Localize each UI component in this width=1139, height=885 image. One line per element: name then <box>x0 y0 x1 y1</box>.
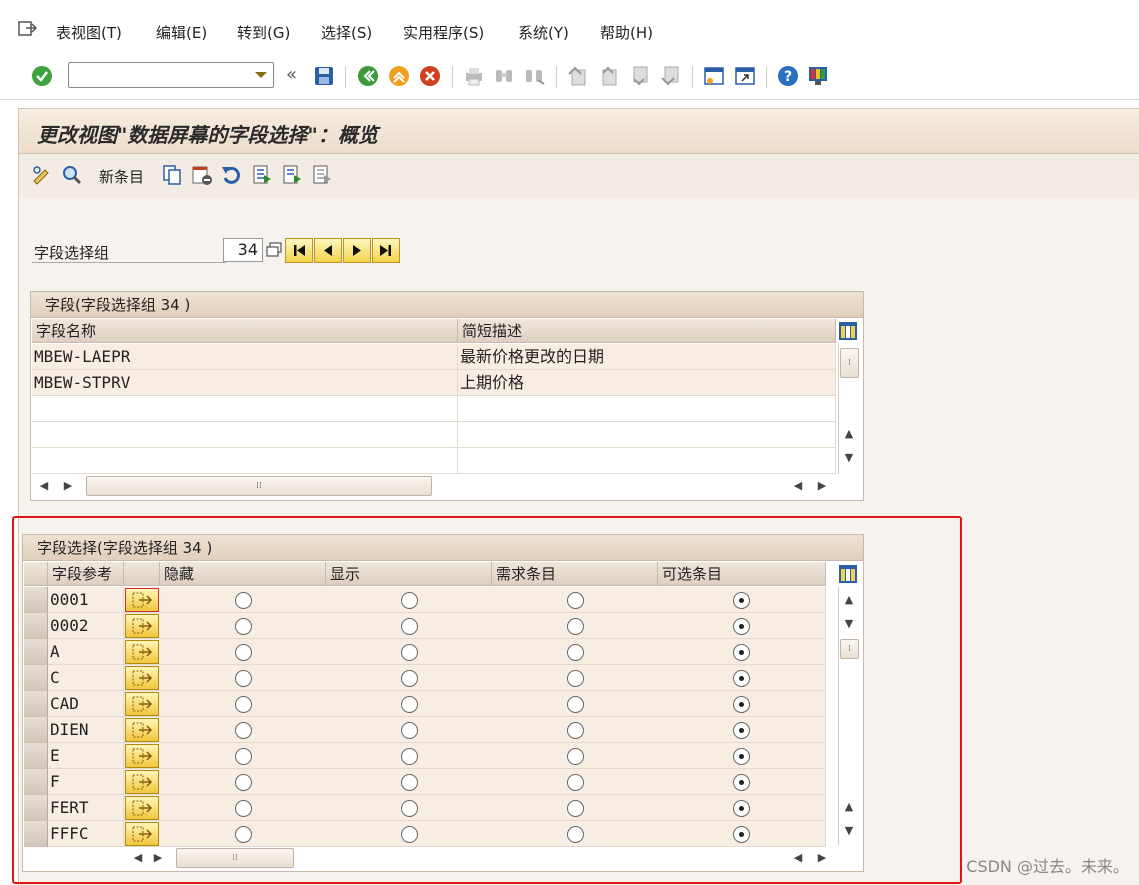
chevron-down-icon[interactable] <box>255 72 267 78</box>
shortcut-icon[interactable] <box>733 64 757 88</box>
display-change-icon[interactable] <box>31 164 53 186</box>
scroll-thumb[interactable]: ⁞⁞ <box>86 476 432 496</box>
fields-table-caption: 字段(字段选择组 34 ) <box>31 292 863 318</box>
application-toolbar: 新条目 <box>18 154 1139 198</box>
column-config-icon[interactable] <box>838 321 858 341</box>
column-header-field-name[interactable]: 字段名称 <box>32 319 458 343</box>
table-cell-description[interactable]: 上期价格 <box>458 370 836 396</box>
toolbar-separator <box>766 66 767 88</box>
previous-page-icon <box>602 66 617 86</box>
next-icon <box>353 245 361 256</box>
page-title: 更改视图"数据屏幕的字段选择"：概览 <box>37 123 378 147</box>
customize-layout-icon[interactable] <box>806 64 830 88</box>
save-icon[interactable] <box>312 64 336 88</box>
exit-icon[interactable] <box>387 64 411 88</box>
last-icon <box>380 245 391 256</box>
column-header-short-description[interactable]: 简短描述 <box>458 319 836 343</box>
copy-window-icon[interactable] <box>264 240 284 260</box>
menu-system[interactable]: 系统(Y) <box>518 22 569 43</box>
field-underline <box>32 262 226 263</box>
highlight-box <box>12 516 962 884</box>
scroll-right-icon[interactable]: ▶ <box>812 476 832 496</box>
toolbar-separator <box>452 66 453 88</box>
field-selection-group-input[interactable]: 34 <box>223 238 263 262</box>
copy-as-icon[interactable] <box>161 164 183 186</box>
first-entry-button[interactable] <box>285 238 313 263</box>
menu-table-view[interactable]: 表视图(T) <box>56 22 122 43</box>
fields-vertical-scrollbar[interactable]: ⁞ ▲ ▼ <box>838 344 860 474</box>
table-cell-empty[interactable] <box>458 422 836 448</box>
table-cell-field-name[interactable]: MBEW-LAEPR <box>32 344 458 370</box>
deselect-all-icon[interactable] <box>311 164 333 186</box>
double-chevron-left-icon[interactable]: « <box>286 64 297 85</box>
standard-toolbar: « ? <box>0 58 1139 100</box>
fields-horizontal-scrollbar[interactable]: ◀ ▶ ⁞⁞ ◀ ▶ <box>32 476 860 496</box>
back-icon[interactable] <box>356 64 380 88</box>
field-selection-group-label: 字段选择组 <box>34 244 110 262</box>
delete-icon[interactable] <box>191 164 213 186</box>
table-cell-empty[interactable] <box>32 448 458 474</box>
display-icon[interactable] <box>61 164 83 186</box>
last-page-icon <box>661 66 679 86</box>
first-page-icon <box>568 66 586 86</box>
next-page-icon <box>633 66 648 86</box>
last-entry-button[interactable] <box>372 238 400 263</box>
toolbar-separator <box>692 66 693 88</box>
scroll-down-icon[interactable]: ▼ <box>839 448 859 468</box>
menu-help[interactable]: 帮助(H) <box>600 22 653 43</box>
svg-text:?: ? <box>784 69 792 85</box>
scroll-right-icon[interactable]: ▶ <box>58 476 78 496</box>
cancel-icon[interactable] <box>418 64 442 88</box>
menu-selection[interactable]: 选择(S) <box>321 22 372 43</box>
menu-goto[interactable]: 转到(G) <box>237 22 290 43</box>
table-cell-field-name[interactable]: MBEW-STPRV <box>32 370 458 396</box>
table-cell-empty[interactable] <box>32 396 458 422</box>
watermark: CSDN @过去。未来。 <box>966 857 1129 876</box>
find-next-icon <box>526 70 545 85</box>
scroll-up-icon[interactable]: ▲ <box>839 424 859 444</box>
find-icon <box>496 70 512 82</box>
new-session-icon[interactable] <box>702 64 726 88</box>
scroll-left-icon[interactable]: ◀ <box>34 476 54 496</box>
menu-utilities[interactable]: 实用程序(S) <box>403 22 484 43</box>
next-entry-button[interactable] <box>343 238 371 263</box>
help-icon[interactable]: ? <box>776 64 800 88</box>
command-field[interactable] <box>68 62 274 88</box>
table-cell-empty[interactable] <box>458 396 836 422</box>
screen-title-bar: 更改视图"数据屏幕的字段选择"：概览 <box>18 108 1139 154</box>
print-icon <box>466 68 482 86</box>
table-cell-empty[interactable] <box>458 448 836 474</box>
select-block-icon[interactable] <box>281 164 303 186</box>
scroll-thumb[interactable]: ⁞ <box>840 348 859 378</box>
undo-icon[interactable] <box>221 164 243 186</box>
previous-entry-button[interactable] <box>314 238 342 263</box>
menu-exit-icon[interactable] <box>18 20 38 38</box>
menu-bar: 表视图(T) 编辑(E) 转到(G) 选择(S) 实用程序(S) 系统(Y) 帮… <box>0 0 1139 58</box>
new-entries-button[interactable]: 新条目 <box>99 166 144 187</box>
enter-check-icon[interactable] <box>30 64 54 88</box>
table-cell-empty[interactable] <box>32 422 458 448</box>
previous-icon <box>324 245 332 256</box>
table-cell-description[interactable]: 最新价格更改的日期 <box>458 344 836 370</box>
toolbar-separator <box>345 66 346 88</box>
menu-edit[interactable]: 编辑(E) <box>156 22 207 43</box>
first-icon <box>294 245 305 256</box>
scroll-left-icon[interactable]: ◀ <box>788 476 808 496</box>
toolbar-separator <box>556 66 557 88</box>
select-all-icon[interactable] <box>251 164 273 186</box>
